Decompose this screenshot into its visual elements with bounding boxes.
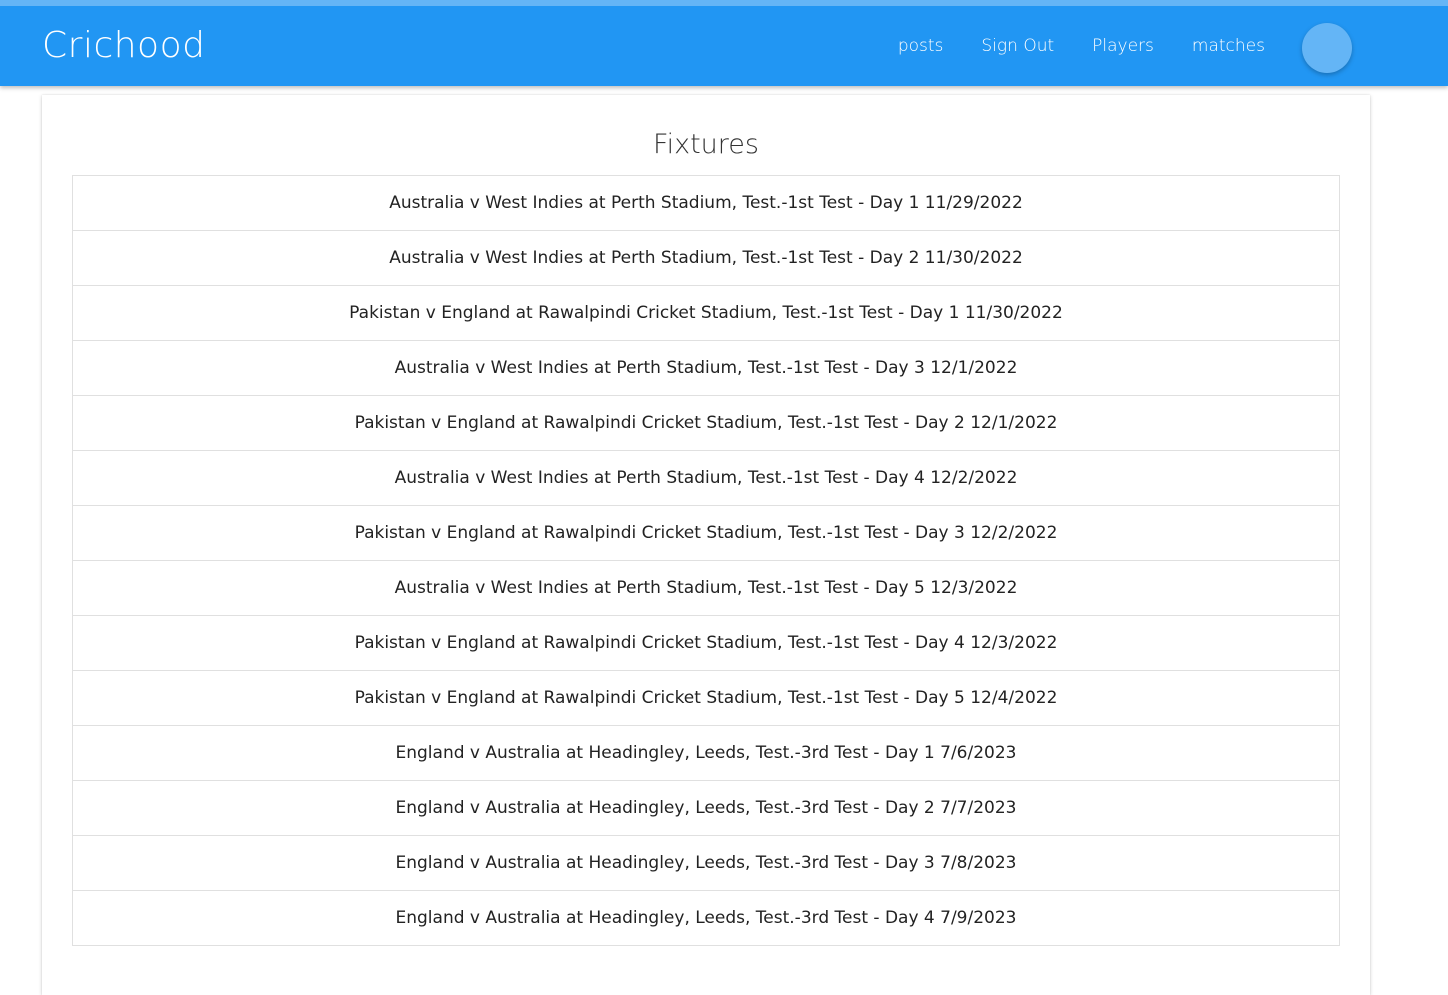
fixtures-card: Fixtures Australia v West Indies at Pert… [42, 95, 1370, 995]
brand-logo[interactable]: Crichood [42, 24, 205, 68]
user-avatar[interactable] [1302, 23, 1352, 73]
fixture-item[interactable]: England v Australia at Headingley, Leeds… [73, 781, 1339, 836]
fixture-item[interactable]: Australia v West Indies at Perth Stadium… [73, 451, 1339, 506]
fixture-item[interactable]: Pakistan v England at Rawalpindi Cricket… [73, 616, 1339, 671]
fixture-item[interactable]: Pakistan v England at Rawalpindi Cricket… [73, 396, 1339, 451]
main-nav: posts Sign Out Players matches [898, 6, 1265, 86]
fixture-item[interactable]: Pakistan v England at Rawalpindi Cricket… [73, 286, 1339, 341]
nav-link-sign-out[interactable]: Sign Out [981, 36, 1054, 56]
fixture-item[interactable]: England v Australia at Headingley, Leeds… [73, 726, 1339, 781]
page-title: Fixtures [653, 129, 759, 160]
fixture-item[interactable]: Australia v West Indies at Perth Stadium… [73, 176, 1339, 231]
nav-link-posts[interactable]: posts [898, 36, 944, 56]
fixture-item[interactable]: Australia v West Indies at Perth Stadium… [73, 341, 1339, 396]
nav-link-matches[interactable]: matches [1192, 36, 1265, 56]
top-app-bar: Crichood posts Sign Out Players matches [0, 0, 1448, 86]
fixture-item[interactable]: Pakistan v England at Rawalpindi Cricket… [73, 671, 1339, 726]
fixture-item[interactable]: England v Australia at Headingley, Leeds… [73, 836, 1339, 891]
fixture-item[interactable]: Pakistan v England at Rawalpindi Cricket… [73, 506, 1339, 561]
fixture-item[interactable]: Australia v West Indies at Perth Stadium… [73, 561, 1339, 616]
fixtures-list: Australia v West Indies at Perth Stadium… [72, 175, 1340, 946]
nav-link-players[interactable]: Players [1092, 36, 1154, 56]
fixture-item[interactable]: England v Australia at Headingley, Leeds… [73, 891, 1339, 945]
fixture-item[interactable]: Australia v West Indies at Perth Stadium… [73, 231, 1339, 286]
